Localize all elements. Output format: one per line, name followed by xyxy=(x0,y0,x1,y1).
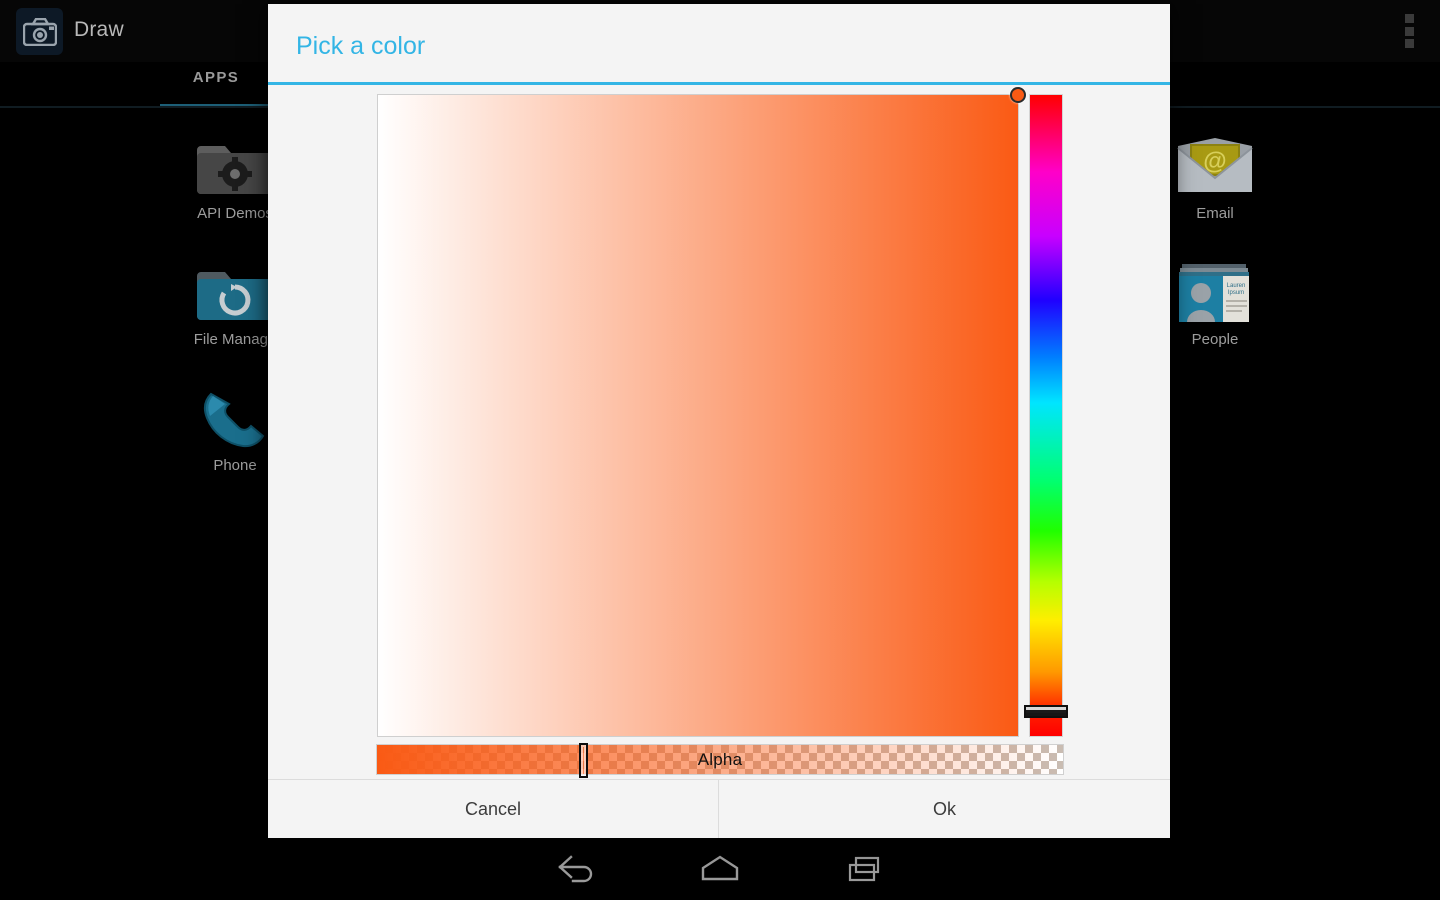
dialog-title: Pick a color xyxy=(296,32,426,60)
recents-icon[interactable] xyxy=(805,838,925,900)
hue-slider-thumb[interactable] xyxy=(1024,705,1068,719)
alpha-slider-thumb[interactable] xyxy=(578,743,588,778)
dialog-footer: Cancel Ok xyxy=(268,779,1170,838)
color-picker-body: Alpha xyxy=(268,85,1170,779)
overflow-menu-icon[interactable] xyxy=(1405,14,1414,48)
saturation-value-cursor[interactable] xyxy=(1010,87,1026,103)
home-icon[interactable] xyxy=(660,838,780,900)
color-picker-dialog: Pick a color Alpha Cancel Ok xyxy=(268,4,1170,838)
tab-apps-label: APPS xyxy=(192,69,240,86)
camera-icon xyxy=(16,8,63,55)
alpha-slider-label: Alpha xyxy=(697,749,743,769)
svg-text:Ipsum: Ipsum xyxy=(1228,290,1244,296)
svg-text:Lauren: Lauren xyxy=(1227,283,1246,289)
ok-button[interactable]: Ok xyxy=(719,780,1170,838)
saturation-value-square[interactable] xyxy=(377,87,1026,737)
app-title: Draw xyxy=(74,18,124,41)
screen: Draw APPS API Demos File Manage Phone @ … xyxy=(0,0,1440,900)
tab-apps[interactable]: APPS xyxy=(160,62,272,108)
hue-slider[interactable] xyxy=(1029,94,1063,737)
alpha-slider[interactable]: Alpha xyxy=(376,743,1064,778)
system-navigation-bar xyxy=(0,838,1440,900)
back-arrow-icon[interactable] xyxy=(516,838,636,900)
cancel-button[interactable]: Cancel xyxy=(268,780,719,838)
